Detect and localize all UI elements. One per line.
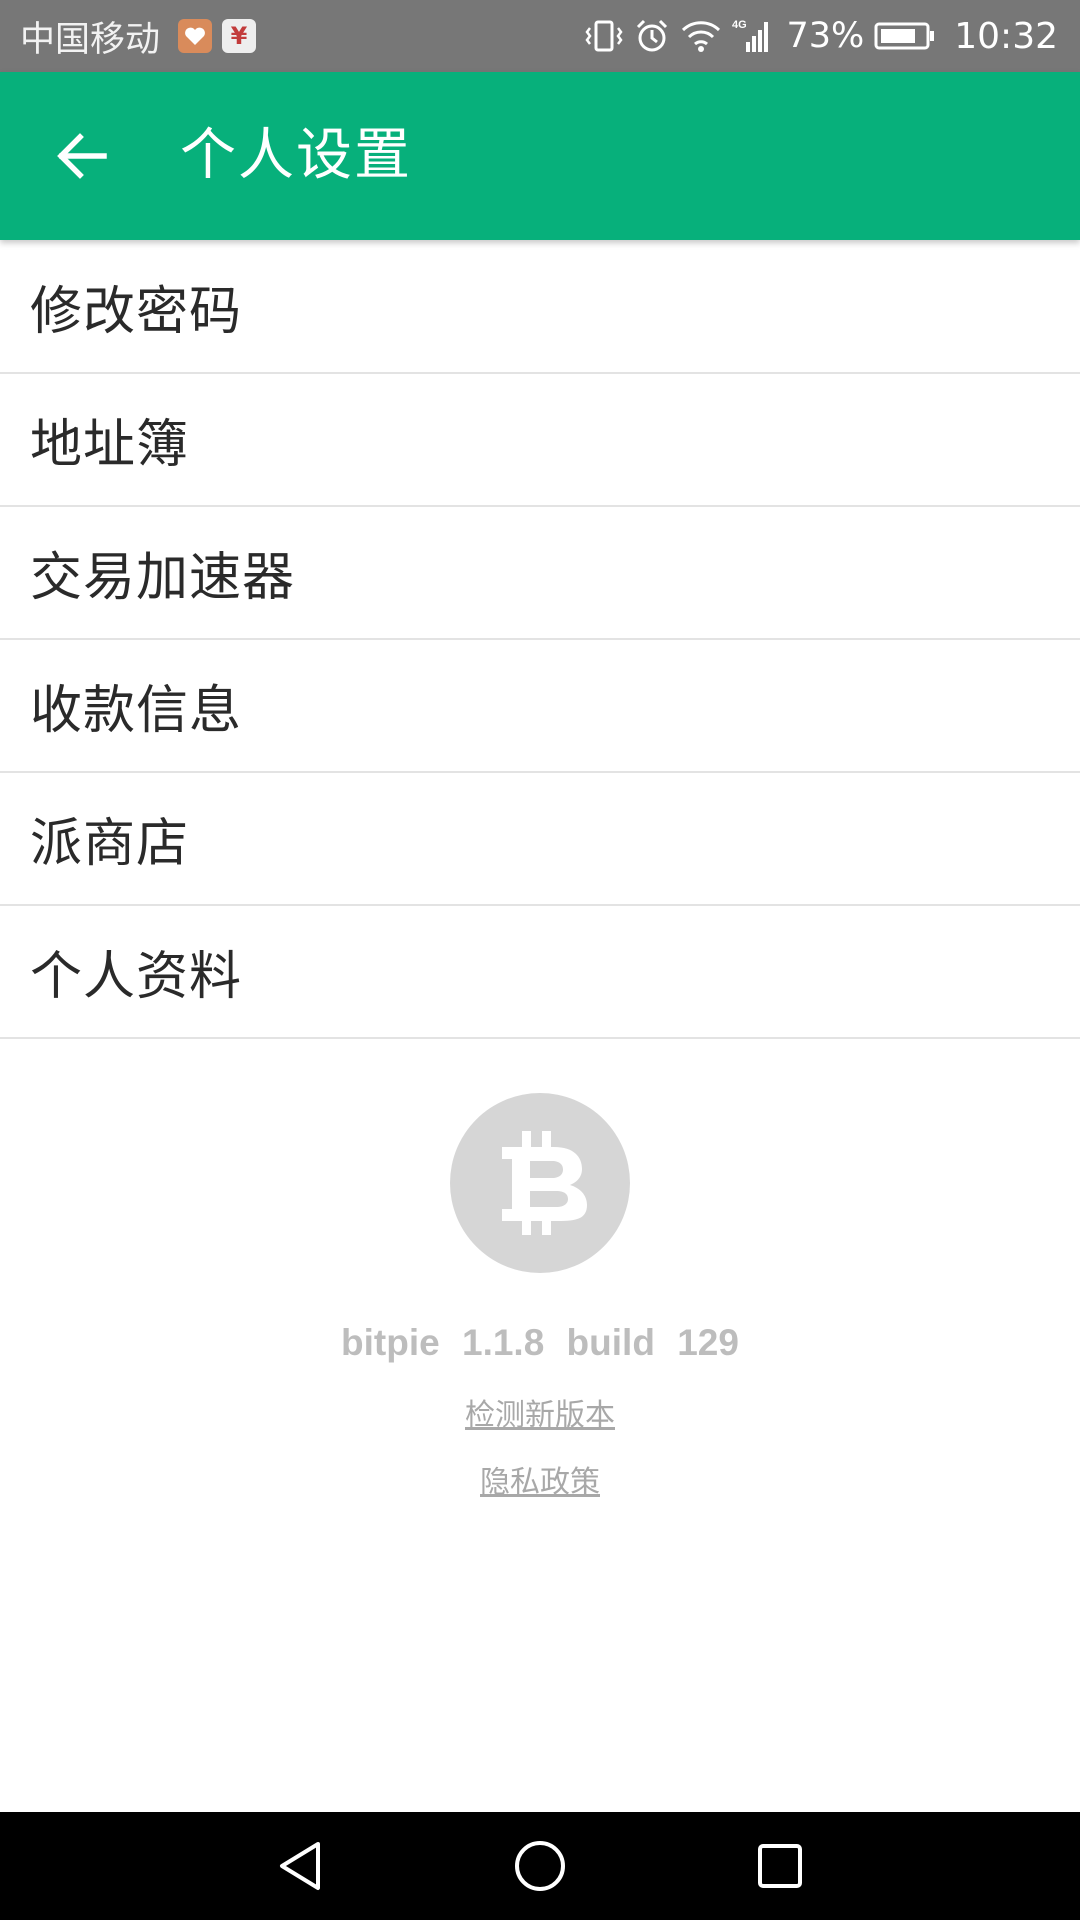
- menu-item-label: 修改密码: [30, 281, 243, 342]
- nav-back-button[interactable]: [270, 1836, 330, 1896]
- settings-menu: 修改密码 地址簿 交易加速器 收款信息 派商店 个人资料: [0, 240, 1080, 1039]
- menu-item-tx-accelerator[interactable]: 交易加速器: [0, 507, 1080, 640]
- nav-recent-button[interactable]: [750, 1836, 810, 1896]
- check-update-link[interactable]: 检测新版本: [0, 1390, 1080, 1434]
- menu-item-label: 派商店: [30, 814, 190, 874]
- version-text: bitpie 1.1.8 build 129: [341, 1322, 739, 1363]
- health-app-icon: [178, 19, 213, 53]
- menu-item-label: 收款信息: [30, 681, 243, 741]
- menu-item-payment-info[interactable]: 收款信息: [0, 640, 1080, 773]
- vibrate-icon: [584, 18, 624, 54]
- network-type-label: 4G: [732, 19, 747, 31]
- yuan-app-icon: ¥: [222, 19, 257, 53]
- menu-item-label: 地址簿: [30, 415, 190, 475]
- wifi-icon: [680, 18, 722, 54]
- clock: 10:32: [954, 15, 1058, 57]
- menu-item-label: 个人资料: [30, 947, 243, 1007]
- home-circle-icon: [515, 1841, 565, 1891]
- status-bar: 中国移动 ¥ 4G 73% 10:32: [0, 0, 1080, 72]
- recent-square-icon: [758, 1844, 802, 1888]
- app-bar: 个人设置: [0, 72, 1080, 240]
- menu-item-address-book[interactable]: 地址簿: [0, 374, 1080, 507]
- signal-icon: 4G: [732, 16, 772, 56]
- carrier-name: 中国移动: [20, 19, 161, 60]
- navigation-bar: [0, 1812, 1080, 1920]
- status-bar-left: 中国移动 ¥: [20, 11, 257, 62]
- menu-item-pie-store[interactable]: 派商店: [0, 773, 1080, 906]
- screen: 中国移动 ¥ 4G 73% 10:32 个人设置 修改密码 地址簿 交易加速器 …: [0, 0, 1080, 1920]
- bitcoin-icon: [450, 1093, 630, 1273]
- status-bar-right: 4G 73% 10:32: [584, 16, 1058, 57]
- back-button[interactable]: [48, 122, 116, 190]
- alarm-icon: [634, 18, 670, 54]
- battery-icon: [874, 21, 936, 51]
- page-title: 个人设置: [180, 123, 412, 188]
- menu-item-label: 交易加速器: [30, 548, 296, 608]
- battery-percent: 73%: [786, 16, 865, 56]
- nav-home-button[interactable]: [510, 1836, 570, 1896]
- privacy-policy-link[interactable]: 隐私政策: [0, 1457, 1080, 1501]
- menu-item-change-password[interactable]: 修改密码: [0, 240, 1080, 374]
- menu-item-profile[interactable]: 个人资料: [0, 906, 1080, 1039]
- back-triangle-icon: [280, 1842, 320, 1890]
- arrow-left-icon: [57, 133, 107, 179]
